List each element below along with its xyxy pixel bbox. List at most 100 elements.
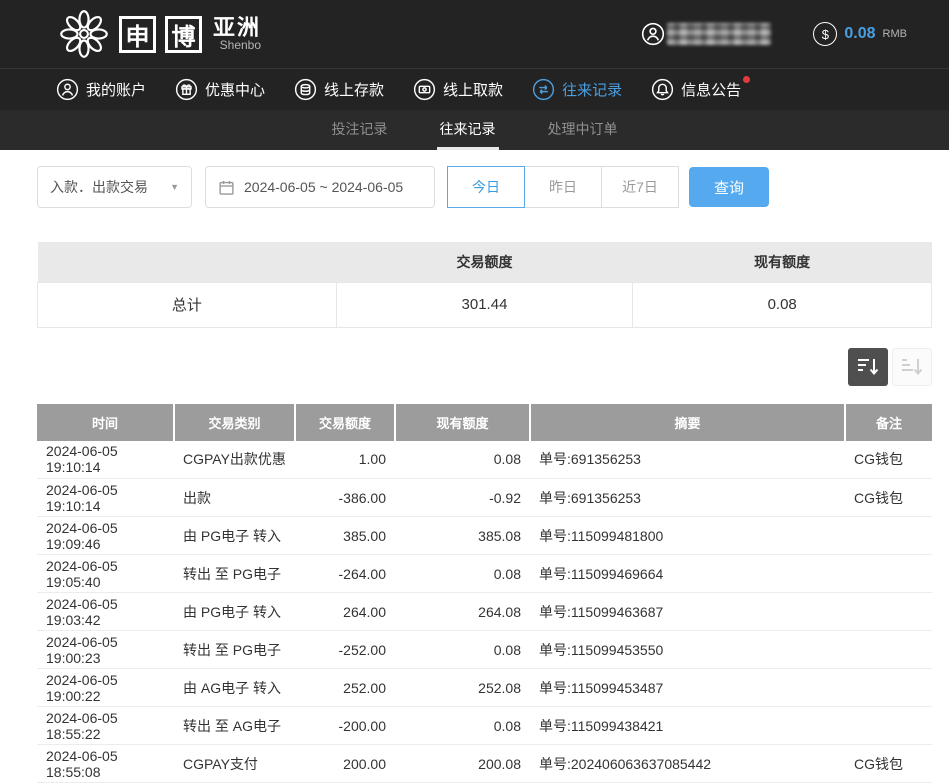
transactions-table: 时间 交易类别 交易额度 现有额度 摘要 备注 2024-06-05 19:10… (37, 404, 932, 783)
balance-display[interactable]: $ 0.08 RMB (813, 22, 907, 46)
site-logo[interactable]: 申 博 亚洲 Shenbo (58, 8, 261, 60)
nav-label: 优惠中心 (205, 79, 265, 100)
col-header-transaction-amount: 交易额度 (295, 404, 395, 441)
cell-summary: 单号:115099469664 (530, 555, 845, 593)
cell-remark (845, 707, 932, 745)
search-button[interactable]: 查询 (689, 167, 769, 207)
tab-transaction-records[interactable]: 往来记录 (437, 110, 499, 150)
cell-summary: 单号:115099453550 (530, 631, 845, 669)
notification-dot (743, 76, 750, 83)
table-row: 2024-06-05 19:05:40 转出 至 PG电子 -264.00 0.… (37, 555, 932, 593)
summary-total-row: 总计 301.44 0.08 (38, 282, 932, 327)
cell-summary: 单号:691356253 (530, 479, 845, 517)
quick-range-yesterday[interactable]: 昨日 (524, 166, 602, 208)
table-row: 2024-06-05 19:09:46 由 PG电子 转入 385.00 385… (37, 517, 932, 555)
cell-transaction-amount: 385.00 (295, 517, 395, 555)
date-range-picker[interactable]: 2024-06-05 ~ 2024-06-05 (205, 166, 435, 208)
summary-table: 交易额度 现有额度 总计 301.44 0.08 (37, 242, 932, 328)
logo-char-shen: 申 (119, 16, 156, 53)
user-icon (56, 78, 79, 101)
sort-descending-button[interactable] (848, 348, 888, 386)
cell-remark (845, 669, 932, 707)
chevron-down-icon: ▼ (170, 182, 179, 192)
nav-item-promotions[interactable]: 优惠中心 (175, 78, 265, 101)
cell-remark (845, 631, 932, 669)
cell-type: CGPAY出款优惠 (174, 441, 295, 479)
dropdown-value: 入款．出款交易 (50, 177, 148, 197)
cell-transaction-amount: -264.00 (295, 555, 395, 593)
cell-transaction-amount: -386.00 (295, 479, 395, 517)
bell-icon (651, 78, 674, 101)
sort-ascending-button[interactable] (892, 348, 932, 386)
logo-char-bo: 博 (165, 16, 202, 53)
cell-type: CGPAY支付 (174, 745, 295, 783)
username-blurred (667, 23, 771, 45)
nav-item-withdraw[interactable]: 线上取款 (413, 78, 503, 101)
nav-label: 往来记录 (562, 79, 622, 100)
user-account-chip[interactable] (641, 22, 771, 46)
nav-label: 我的账户 (86, 79, 146, 100)
flower-logo-icon (58, 8, 110, 60)
user-avatar-icon (641, 22, 665, 46)
table-row: 2024-06-05 18:55:08 CGPAY支付 200.00 200.0… (37, 745, 932, 783)
nav-item-announcements[interactable]: 信息公告 (651, 78, 741, 101)
cell-remark: CG钱包 (845, 745, 932, 783)
withdraw-icon (413, 78, 436, 101)
cell-current-amount: 252.08 (395, 669, 530, 707)
cell-current-amount: 200.08 (395, 745, 530, 783)
quick-range-label: 昨日 (549, 177, 577, 197)
transaction-type-dropdown[interactable]: 入款．出款交易 ▼ (37, 166, 192, 208)
filter-bar: 入款．出款交易 ▼ 2024-06-05 ~ 2024-06-05 今日 昨日 … (0, 150, 949, 208)
cell-remark: CG钱包 (845, 479, 932, 517)
main-nav: 我的账户 优惠中心 线上存款 线上取款 往来 (0, 68, 949, 110)
logo-subtitle: Shenbo (213, 39, 261, 52)
col-header-remark: 备注 (845, 404, 932, 441)
nav-label: 信息公告 (681, 79, 741, 100)
summary-transaction-total: 301.44 (336, 282, 633, 327)
cell-remark: CG钱包 (845, 441, 932, 479)
col-header-type: 交易类别 (174, 404, 295, 441)
records-icon (532, 78, 555, 101)
cell-type: 由 AG电子 转入 (174, 669, 295, 707)
cell-transaction-amount: -252.00 (295, 631, 395, 669)
tab-processing-orders[interactable]: 处理中订单 (545, 110, 621, 150)
quick-range-label: 近7日 (622, 177, 658, 197)
cell-time: 2024-06-05 19:05:40 (37, 555, 174, 593)
cell-type: 转出 至 PG电子 (174, 555, 295, 593)
summary-header-current-amount: 现有额度 (633, 242, 932, 282)
nav-item-records[interactable]: 往来记录 (532, 78, 622, 101)
quick-range-last7days[interactable]: 近7日 (601, 166, 679, 208)
col-header-time: 时间 (37, 404, 174, 441)
tab-betting-records[interactable]: 投注记录 (329, 110, 391, 150)
tab-label: 处理中订单 (548, 119, 618, 139)
table-row: 2024-06-05 19:00:23 转出 至 PG电子 -252.00 0.… (37, 631, 932, 669)
cell-time: 2024-06-05 18:55:08 (37, 745, 174, 783)
table-row: 2024-06-05 19:03:42 由 PG电子 转入 264.00 264… (37, 593, 932, 631)
table-row: 2024-06-05 19:10:14 CGPAY出款优惠 1.00 0.08 … (37, 441, 932, 479)
cell-current-amount: 0.08 (395, 441, 530, 479)
cell-transaction-amount: 200.00 (295, 745, 395, 783)
logo-region-text: 亚洲 (213, 16, 261, 39)
nav-item-deposit[interactable]: 线上存款 (294, 78, 384, 101)
summary-header-transaction-amount: 交易额度 (336, 242, 633, 282)
cell-time: 2024-06-05 19:10:14 (37, 441, 174, 479)
sub-nav: 投注记录 往来记录 处理中订单 (0, 110, 949, 150)
cell-current-amount: 264.08 (395, 593, 530, 631)
quick-range-label: 今日 (472, 177, 500, 197)
table-row: 2024-06-05 19:10:14 出款 -386.00 -0.92 单号:… (37, 479, 932, 517)
quick-range-today[interactable]: 今日 (447, 166, 525, 208)
cell-remark (845, 593, 932, 631)
calendar-icon (218, 179, 235, 196)
cell-summary: 单号:691356253 (530, 441, 845, 479)
col-header-summary: 摘要 (530, 404, 845, 441)
cell-summary: 单号:202406063637085442 (530, 745, 845, 783)
cell-time: 2024-06-05 19:00:22 (37, 669, 174, 707)
deposit-icon (294, 78, 317, 101)
summary-header-empty (38, 242, 337, 282)
gift-icon (175, 78, 198, 101)
nav-item-my-account[interactable]: 我的账户 (56, 78, 146, 101)
cell-type: 出款 (174, 479, 295, 517)
cell-transaction-amount: 252.00 (295, 669, 395, 707)
cell-current-amount: -0.92 (395, 479, 530, 517)
cell-type: 转出 至 AG电子 (174, 707, 295, 745)
